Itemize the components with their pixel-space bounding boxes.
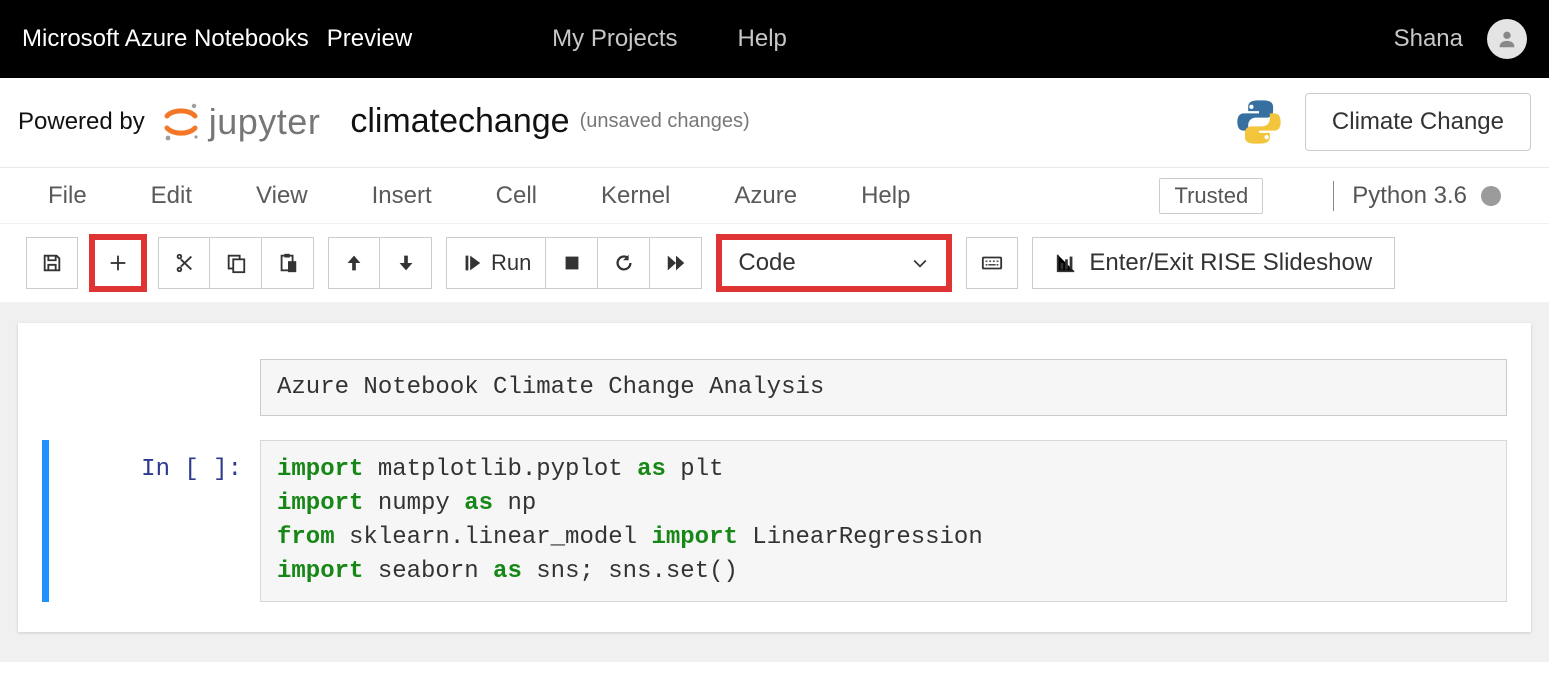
code-input[interactable]: import matplotlib.pyplot as pltimport nu… (260, 440, 1507, 602)
run-label: Run (491, 250, 531, 276)
raw-cell[interactable]: Azure Notebook Climate Change Analysis (260, 359, 1507, 416)
rise-label: Enter/Exit RISE Slideshow (1089, 249, 1372, 277)
jupyter-icon (159, 100, 203, 144)
paste-icon (277, 252, 299, 274)
menu-bar: File Edit View Insert Cell Kernel Azure … (0, 168, 1549, 224)
chevron-down-icon (910, 253, 930, 273)
user-icon (1496, 28, 1518, 50)
notebook-area: Azure Notebook Climate Change Analysis I… (0, 303, 1549, 662)
move-up-button[interactable] (328, 237, 380, 289)
fast-forward-icon (665, 252, 687, 274)
rise-slideshow-button[interactable]: Enter/Exit RISE Slideshow (1032, 237, 1395, 289)
menu-separator (1333, 181, 1334, 211)
run-button[interactable]: Run (446, 237, 546, 289)
keyboard-icon (981, 252, 1003, 274)
save-status: (unsaved changes) (580, 110, 750, 133)
restart-icon (613, 252, 635, 274)
add-cell-button[interactable] (92, 237, 144, 289)
code-cell[interactable]: In [ ]: import matplotlib.pyplot as plti… (42, 440, 1507, 602)
top-nav: My Projects Help (552, 25, 787, 53)
arrow-down-icon (395, 252, 417, 274)
copy-button[interactable] (210, 237, 262, 289)
arrow-up-icon (343, 252, 365, 274)
kernel-select-button[interactable]: Climate Change (1305, 93, 1531, 151)
copy-icon (225, 252, 247, 274)
kernel-name[interactable]: Python 3.6 (1352, 182, 1467, 210)
menu-azure[interactable]: Azure (734, 182, 797, 210)
nav-help[interactable]: Help (738, 25, 787, 53)
move-down-button[interactable] (380, 237, 432, 289)
powered-by-label: Powered by (18, 108, 145, 136)
user-name[interactable]: Shana (1394, 25, 1463, 53)
user-avatar[interactable] (1487, 19, 1527, 59)
jupyter-logo[interactable]: jupyter (159, 100, 321, 144)
menu-help[interactable]: Help (861, 182, 910, 210)
menu-file[interactable]: File (48, 182, 87, 210)
preview-label: Preview (327, 25, 412, 53)
restart-button[interactable] (598, 237, 650, 289)
menu-edit[interactable]: Edit (151, 182, 192, 210)
stop-button[interactable] (546, 237, 598, 289)
menu-cell[interactable]: Cell (496, 182, 537, 210)
python-icon (1233, 96, 1285, 148)
scissors-icon (173, 252, 195, 274)
cell-selection-bar (42, 440, 49, 602)
menu-view[interactable]: View (256, 182, 308, 210)
top-header: Microsoft Azure Notebooks Preview My Pro… (0, 0, 1549, 78)
jupyter-header: Powered by jupyter climatechange (unsave… (0, 78, 1549, 168)
trusted-indicator[interactable]: Trusted (1159, 178, 1263, 214)
cell-type-value: Code (738, 249, 795, 277)
command-palette-button[interactable] (966, 237, 1018, 289)
notebook-container: Azure Notebook Climate Change Analysis I… (18, 323, 1531, 632)
jupyter-text: jupyter (209, 101, 321, 143)
plus-icon (107, 252, 129, 274)
cell-type-dropdown[interactable]: Code (716, 234, 952, 292)
bar-chart-icon (1055, 252, 1077, 274)
save-button[interactable] (26, 237, 78, 289)
input-prompt: In [ ]: (49, 440, 260, 602)
menu-insert[interactable]: Insert (372, 182, 432, 210)
toolbar: Run Code Enter/Exit RISE Slideshow (0, 224, 1549, 303)
menu-kernel[interactable]: Kernel (601, 182, 670, 210)
stop-icon (561, 252, 583, 274)
brand-label: Microsoft Azure Notebooks (22, 25, 309, 53)
run-icon (461, 252, 483, 274)
paste-button[interactable] (262, 237, 314, 289)
nav-my-projects[interactable]: My Projects (552, 25, 677, 53)
restart-run-all-button[interactable] (650, 237, 702, 289)
notebook-title[interactable]: climatechange (350, 102, 569, 141)
kernel-status-indicator[interactable] (1481, 186, 1501, 206)
save-icon (41, 252, 63, 274)
cut-button[interactable] (158, 237, 210, 289)
